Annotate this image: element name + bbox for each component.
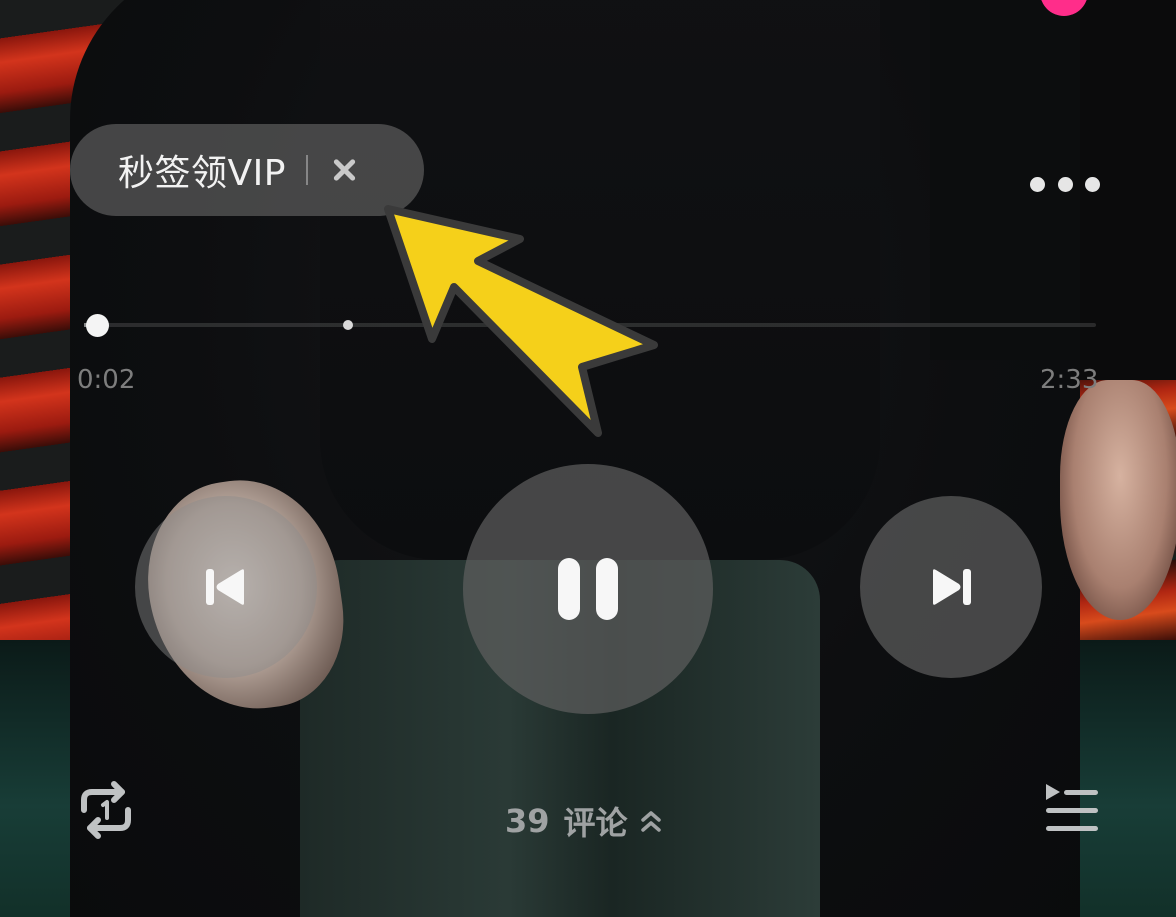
dot	[1085, 176, 1100, 192]
dot	[1057, 176, 1073, 192]
playlist-icon[interactable]	[1042, 780, 1102, 840]
annotation-arrow	[384, 205, 658, 437]
background-hand-right	[1060, 380, 1176, 620]
close-icon[interactable]	[328, 154, 360, 186]
pause-button[interactable]	[463, 464, 713, 714]
next-button[interactable]	[860, 496, 1042, 678]
progress-thumb[interactable]	[85, 314, 109, 337]
skip-previous-icon	[206, 569, 244, 605]
repeat-one-icon[interactable]	[76, 780, 136, 840]
chevron-up-icon	[640, 811, 661, 832]
comments-count: 39	[505, 802, 550, 840]
vip-divider	[305, 155, 308, 185]
skip-next-icon	[933, 569, 971, 605]
vip-promo-text[interactable]: 秒签领VIP	[118, 144, 286, 196]
current-time: 0:02	[77, 365, 136, 395]
progress-marker	[343, 320, 353, 330]
comments-label: 评论	[563, 804, 628, 842]
dot	[1030, 176, 1045, 192]
total-time: 2:33	[1040, 365, 1099, 395]
previous-button[interactable]	[135, 496, 317, 678]
pause-icon	[550, 558, 626, 620]
comments-button[interactable]: 39 评论	[505, 796, 662, 846]
more-dots-icon[interactable]	[1030, 170, 1100, 198]
